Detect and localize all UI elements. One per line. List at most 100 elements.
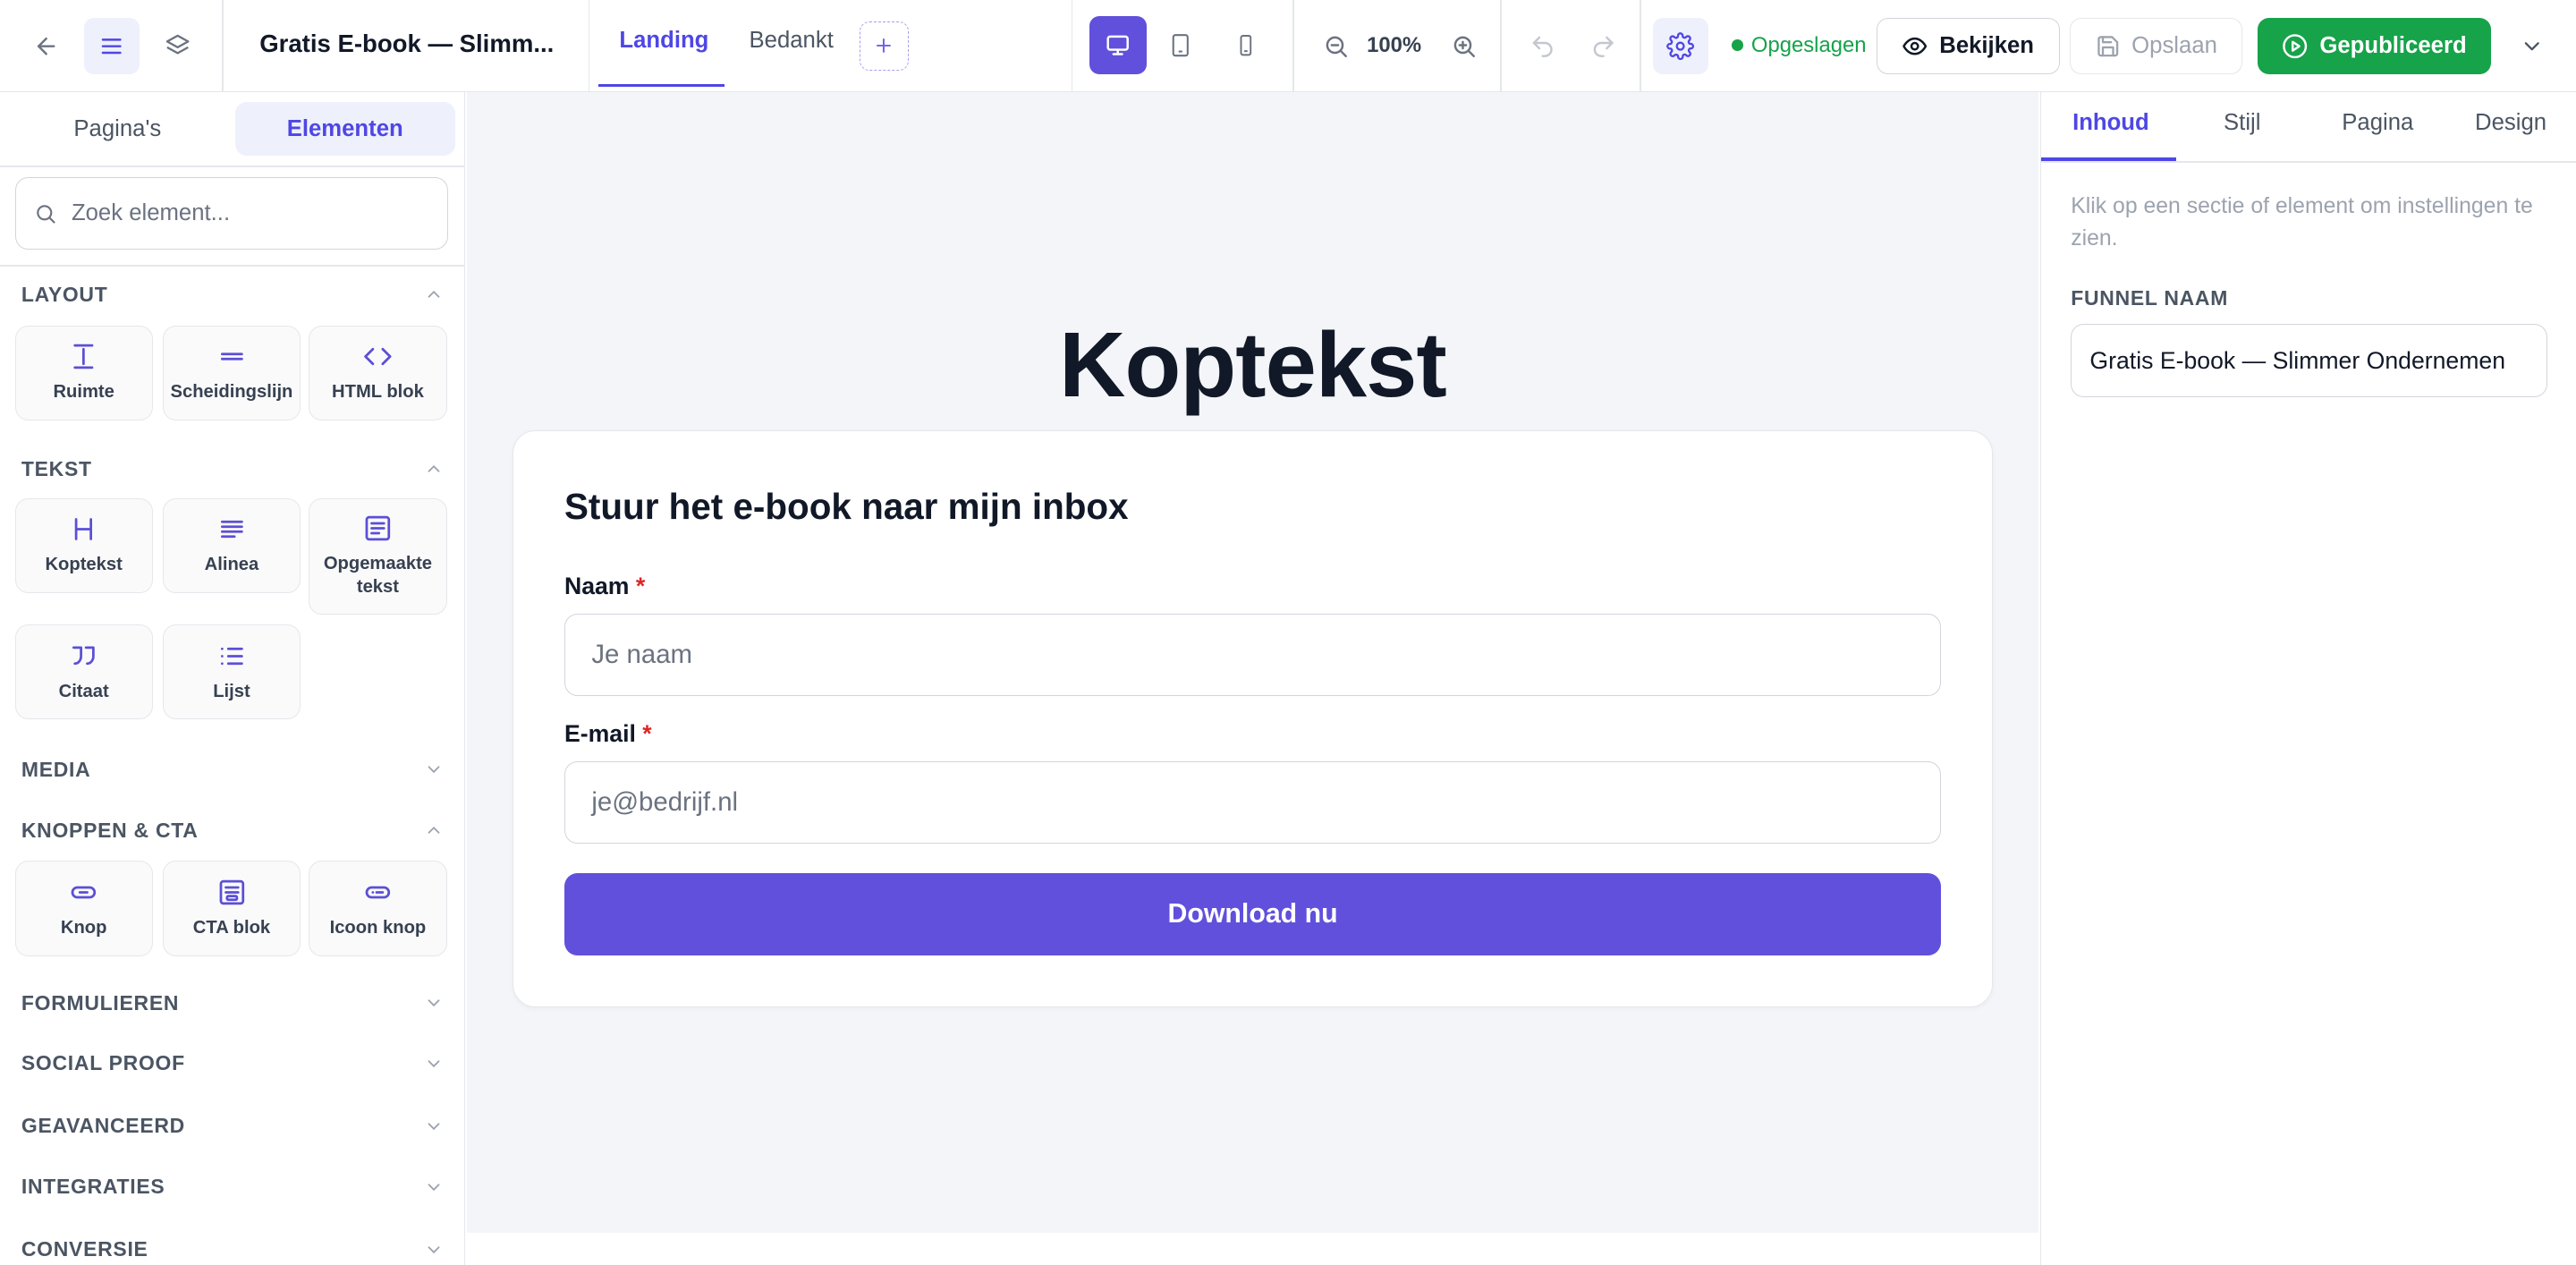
name-input-placeholder: Je naam bbox=[591, 639, 693, 669]
element-tile-koptekst[interactable]: Koptekst bbox=[14, 497, 153, 594]
search-icon bbox=[34, 202, 57, 225]
layers-panel-toggle[interactable] bbox=[149, 18, 205, 73]
elements-panel-toggle[interactable] bbox=[83, 18, 140, 74]
chevron-down-icon bbox=[424, 1116, 444, 1136]
canvas-footer bbox=[466, 1232, 2039, 1265]
tablet-icon bbox=[1168, 32, 1193, 58]
publish-options-button[interactable] bbox=[2504, 18, 2559, 73]
cta-block-icon bbox=[216, 878, 249, 907]
status-dot-icon bbox=[1731, 39, 1743, 52]
save-icon bbox=[2096, 34, 2121, 59]
section-title: INTEGRATIES bbox=[21, 1175, 165, 1199]
section-header-tekst[interactable]: TEKST bbox=[21, 457, 444, 481]
zoom-in-button[interactable] bbox=[1436, 18, 1491, 73]
tile-label: HTML blok bbox=[332, 382, 424, 403]
device-mobile-button[interactable] bbox=[1217, 16, 1275, 73]
optin-form-card[interactable]: Stuur het e-book naar mijn inbox Naam * … bbox=[513, 430, 1993, 1007]
element-tile-opgemaakte-tekst[interactable]: Opgemaakte tekst bbox=[309, 497, 447, 615]
add-page-button[interactable] bbox=[859, 21, 909, 71]
tile-label: Alinea bbox=[204, 555, 259, 575]
save-status: Opgeslagen bbox=[1731, 33, 1867, 58]
email-field-label: E-mail * bbox=[564, 720, 652, 748]
chevron-down-icon bbox=[424, 760, 444, 779]
name-field-label: Naam * bbox=[564, 573, 645, 600]
published-button[interactable]: Gepubliceerd bbox=[2257, 18, 2492, 74]
redo-icon bbox=[1590, 33, 1616, 59]
element-tile-citaat[interactable]: Citaat bbox=[14, 624, 153, 720]
plus-icon bbox=[873, 35, 894, 56]
element-tile-scheidingslijn[interactable]: Scheidingslijn bbox=[162, 325, 301, 421]
section-header-formulieren[interactable]: FORMULIEREN bbox=[21, 991, 444, 1015]
chevron-down-icon bbox=[424, 1177, 444, 1197]
list-icon bbox=[216, 641, 249, 671]
element-tile-ruimte[interactable]: Ruimte bbox=[14, 325, 153, 421]
heading-icon bbox=[67, 514, 100, 544]
inspector-divider bbox=[2041, 160, 2576, 163]
toolbar-divider bbox=[221, 0, 224, 92]
section-header-integraties[interactable]: INTEGRATIES bbox=[21, 1175, 444, 1199]
funnel-name-input[interactable]: Gratis E-book — Slimmer Ondernemen bbox=[2071, 323, 2547, 398]
sidebar-tab-elements[interactable]: Elementen bbox=[234, 101, 455, 157]
section-header-knoppen-cta[interactable]: KNOPPEN & CTA bbox=[21, 819, 444, 843]
redo-button[interactable] bbox=[1575, 18, 1631, 73]
save-button[interactable]: Opslaan bbox=[2070, 18, 2243, 74]
code-icon bbox=[361, 342, 394, 371]
page-canvas[interactable]: Koptekst Stuur het e-book naar mijn inbo… bbox=[466, 91, 2039, 1233]
back-button[interactable] bbox=[18, 18, 73, 73]
section-header-social-proof[interactable]: SOCIAL PROOF bbox=[21, 1051, 444, 1075]
arrow-left-icon bbox=[33, 33, 59, 59]
document-title[interactable]: Gratis E-book — Slimm... bbox=[259, 30, 554, 58]
smartphone-icon bbox=[1234, 32, 1258, 58]
inspector-hint: Klik op een sectie of element om instell… bbox=[2071, 194, 2533, 250]
toolbar-divider bbox=[1292, 0, 1295, 92]
zoom-level: 100% bbox=[1367, 32, 1422, 57]
device-desktop-button[interactable] bbox=[1089, 16, 1147, 74]
device-tablet-button[interactable] bbox=[1152, 16, 1209, 73]
inspector-tab-stijl[interactable]: Stijl bbox=[2224, 110, 2260, 136]
gear-icon bbox=[1666, 32, 1695, 60]
download-button[interactable]: Download nu bbox=[564, 873, 1942, 956]
element-tile-alinea[interactable]: Alinea bbox=[162, 497, 301, 594]
required-mark: * bbox=[642, 720, 652, 748]
icon-button-icon bbox=[361, 878, 394, 907]
tile-label: Citaat bbox=[58, 681, 109, 701]
email-input[interactable]: je@bedrijf.nl bbox=[564, 761, 1942, 845]
button-icon bbox=[67, 878, 100, 907]
chevron-down-icon bbox=[424, 993, 444, 1013]
settings-button[interactable] bbox=[1652, 18, 1709, 74]
element-tile-html-blok[interactable]: HTML blok bbox=[309, 325, 447, 421]
undo-icon bbox=[1530, 33, 1555, 59]
zoom-out-button[interactable] bbox=[1308, 18, 1363, 73]
section-title: TEKST bbox=[21, 456, 92, 480]
inspector-tab-inhoud[interactable]: Inhoud bbox=[2072, 110, 2149, 136]
element-search-input[interactable]: Zoek element... bbox=[14, 177, 449, 250]
tile-label: Opgemaakte tekst bbox=[323, 554, 433, 597]
funnel-name-label: FUNNEL NAAM bbox=[2071, 285, 2229, 310]
inspector-tab-pagina[interactable]: Pagina bbox=[2342, 110, 2413, 136]
section-header-media[interactable]: MEDIA bbox=[21, 758, 444, 782]
sidebar-tab-pages[interactable]: Pagina's bbox=[15, 102, 221, 157]
undo-button[interactable] bbox=[1514, 18, 1570, 73]
tile-label: Icoon knop bbox=[329, 918, 427, 938]
required-mark: * bbox=[635, 573, 646, 600]
search-placeholder: Zoek element... bbox=[71, 200, 231, 226]
tile-label: Scheidingslijn bbox=[170, 382, 293, 403]
inspector-tab-design[interactable]: Design bbox=[2475, 110, 2546, 136]
element-tile-knop[interactable]: Knop bbox=[14, 861, 153, 956]
preview-button-label: Bekijken bbox=[1939, 32, 2034, 58]
page-tab-bedankt[interactable]: Bedankt bbox=[750, 28, 834, 54]
email-input-placeholder: je@bedrijf.nl bbox=[591, 787, 739, 818]
page-tab-landing[interactable]: Landing bbox=[619, 28, 708, 54]
section-header-geavanceerd[interactable]: GEAVANCEERD bbox=[21, 1114, 444, 1138]
preview-button[interactable]: Bekijken bbox=[1876, 18, 2060, 74]
chevron-down-icon bbox=[424, 1054, 444, 1074]
element-tile-cta-blok[interactable]: CTA blok bbox=[162, 861, 301, 956]
name-input[interactable]: Je naam bbox=[564, 614, 1942, 696]
section-header-layout[interactable]: LAYOUT bbox=[21, 283, 444, 307]
menu-icon bbox=[98, 33, 124, 59]
tile-label: Lijst bbox=[213, 681, 250, 701]
section-header-conversie[interactable]: CONVERSIE bbox=[21, 1237, 444, 1261]
element-tile-icoon-knop[interactable]: Icoon knop bbox=[309, 861, 447, 956]
canvas-heading[interactable]: Koptekst bbox=[467, 312, 2039, 418]
element-tile-lijst[interactable]: Lijst bbox=[162, 624, 301, 720]
